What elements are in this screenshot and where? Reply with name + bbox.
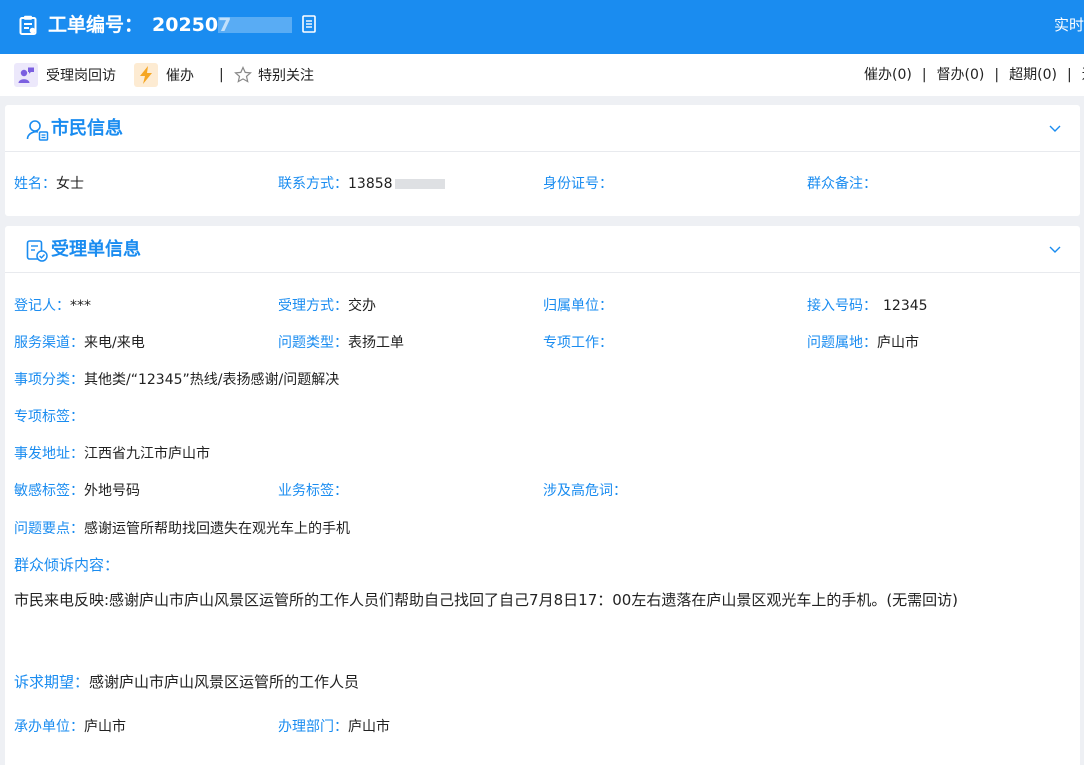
access-number-field: 接入号码： 12345 [807, 297, 928, 315]
sensitive-value: 外地号码 [84, 483, 140, 499]
citizen-contact-field: 联系方式：13858 [278, 175, 445, 193]
registrar-label: 登记人： [14, 298, 70, 314]
location-value: 庐山市 [877, 335, 919, 351]
citizen-name-field: 姓名：女士 [14, 175, 84, 193]
complaint-value: 市民来电反映:感谢庐山市庐山风景区运管所的工作人员们帮助自己找回了自己7月8日1… [14, 591, 959, 609]
follow-button[interactable]: 特别关注 [234, 63, 314, 87]
counts-divider: | [921, 67, 927, 83]
location-field: 问题属地：庐山市 [807, 334, 919, 352]
address-value: 江西省九江市庐山市 [84, 446, 210, 462]
handler-value: 庐山市 [84, 719, 126, 735]
supervise-count-link[interactable]: 督办(0) [937, 67, 985, 83]
person-card-icon [26, 120, 49, 141]
urge-count-link[interactable]: 催办(0) [864, 67, 912, 83]
special-tag-label: 专项标签： [14, 409, 84, 425]
registrar-field: 登记人：*** [14, 297, 91, 315]
accept-card-title: 受理单信息 [51, 239, 141, 260]
ticket-label: 工单编号： [48, 14, 144, 36]
toolbar-divider: | [219, 67, 224, 83]
action-toolbar: 受理岗回访 催办 | 特别关注 催办(0)|督办(0)|超期(0)|退 [0, 54, 1084, 96]
acceptance-info-card: 受理单信息 登记人：*** 受理方式：交办 归属单位： 接入号码： 12345 服… [5, 226, 1080, 765]
category-label: 事项分类： [14, 372, 84, 388]
registrar-value: *** [70, 298, 91, 314]
category-value: 其他类/“12345”热线/表扬感谢/问题解决 [84, 372, 340, 388]
lightning-icon [134, 63, 158, 87]
urge-button[interactable]: 催办 [134, 63, 194, 87]
expect-label: 诉求期望： [14, 673, 90, 691]
counts-divider: | [994, 67, 1000, 83]
realtime-link[interactable]: 实时 [1054, 15, 1084, 35]
type-label: 问题类型： [278, 335, 348, 351]
special-work-label: 专项工作： [543, 335, 613, 351]
complaint-content: 市民来电反映:感谢庐山市庐山风景区运管所的工作人员们帮助自己找回了自己7月8日1… [14, 590, 958, 610]
special-tag-field: 专项标签： [14, 408, 84, 426]
access-value: 12345 [883, 298, 928, 314]
callback-label: 受理岗回访 [46, 68, 116, 84]
risk-label: 涉及高危词： [543, 483, 627, 499]
key-point-label: 问题要点： [14, 521, 84, 537]
type-value: 表扬工单 [348, 335, 404, 351]
risk-words-field: 涉及高危词： [543, 482, 627, 500]
business-tag-label: 业务标签： [278, 483, 348, 499]
contact-value: 13858 [348, 176, 393, 192]
business-tag-field: 业务标签： [278, 482, 348, 500]
citizen-card-title: 市民信息 [51, 118, 123, 139]
chevron-down-icon[interactable] [1048, 242, 1062, 256]
address-label: 事发地址： [14, 446, 84, 462]
unit-label: 归属单位： [543, 298, 613, 314]
contact-label: 联系方式： [278, 176, 348, 192]
citizen-id-field: 身份证号： [543, 175, 613, 193]
overdue-count-link[interactable]: 超期(0) [1009, 67, 1057, 83]
sensitive-label: 敏感标签： [14, 483, 84, 499]
method-value: 交办 [348, 298, 376, 314]
location-label: 问题属地： [807, 335, 877, 351]
follow-label: 特别关注 [258, 68, 314, 84]
redacted-area [394, 179, 445, 189]
method-label: 受理方式： [278, 298, 348, 314]
channel-field: 服务渠道：来电/来电 [14, 334, 145, 352]
citizen-remark-field: 群众备注： [807, 175, 877, 193]
id-label: 身份证号： [543, 176, 613, 192]
accept-card-header[interactable]: 受理单信息 [5, 226, 1080, 273]
callback-button[interactable]: 受理岗回访 [14, 63, 116, 87]
title-bar: 工单编号： 202507 实时 [0, 0, 1084, 54]
remark-label: 群众备注： [807, 176, 877, 192]
dept-label: 办理部门： [278, 719, 348, 735]
copy-icon[interactable] [300, 14, 318, 34]
sensitive-field: 敏感标签：外地号码 [14, 482, 140, 500]
star-icon [234, 66, 252, 83]
channel-value: 来电/来电 [84, 335, 145, 351]
callback-person-icon [14, 63, 38, 87]
handler-unit-field: 承办单位：庐山市 [14, 718, 126, 736]
complaint-label-row: 群众倾诉内容： [14, 555, 119, 575]
complaint-label: 群众倾诉内容： [14, 556, 120, 574]
type-field: 问题类型：表扬工单 [278, 334, 404, 352]
expect-value: 感谢庐山市庐山风景区运管所的工作人员 [89, 673, 360, 691]
key-point-value: 感谢运管所帮助找回遗失在观光车上的手机 [84, 521, 350, 537]
citizen-info-card: 市民信息 姓名：女士 联系方式：13858 身份证号： 群众备注： [5, 105, 1080, 216]
name-label: 姓名： [14, 176, 56, 192]
citizen-card-header[interactable]: 市民信息 [5, 105, 1080, 152]
chevron-down-icon[interactable] [1048, 121, 1062, 135]
status-counts: 催办(0)|督办(0)|超期(0)|退 [864, 66, 1084, 84]
dept-value: 庐山市 [348, 719, 390, 735]
access-label: 接入号码： [807, 298, 877, 314]
form-check-icon [26, 240, 48, 262]
category-field: 事项分类：其他类/“12345”热线/表扬感谢/问题解决 [14, 371, 339, 389]
method-field: 受理方式：交办 [278, 297, 376, 315]
urge-label: 催办 [166, 68, 194, 84]
handling-dept-field: 办理部门：庐山市 [278, 718, 390, 736]
handler-label: 承办单位： [14, 719, 84, 735]
clipboard-icon [19, 15, 37, 35]
channel-label: 服务渠道： [14, 335, 84, 351]
special-work-field: 专项工作： [543, 334, 613, 352]
address-field: 事发地址：江西省九江市庐山市 [14, 445, 210, 463]
unit-field: 归属单位： [543, 297, 613, 315]
counts-divider: | [1066, 67, 1072, 83]
name-value: 女士 [56, 176, 84, 192]
key-point-field: 问题要点：感谢运管所帮助找回遗失在观光车上的手机 [14, 520, 350, 538]
redacted-area [218, 17, 292, 33]
expectation-field: 诉求期望：感谢庐山市庐山风景区运管所的工作人员 [14, 672, 359, 692]
